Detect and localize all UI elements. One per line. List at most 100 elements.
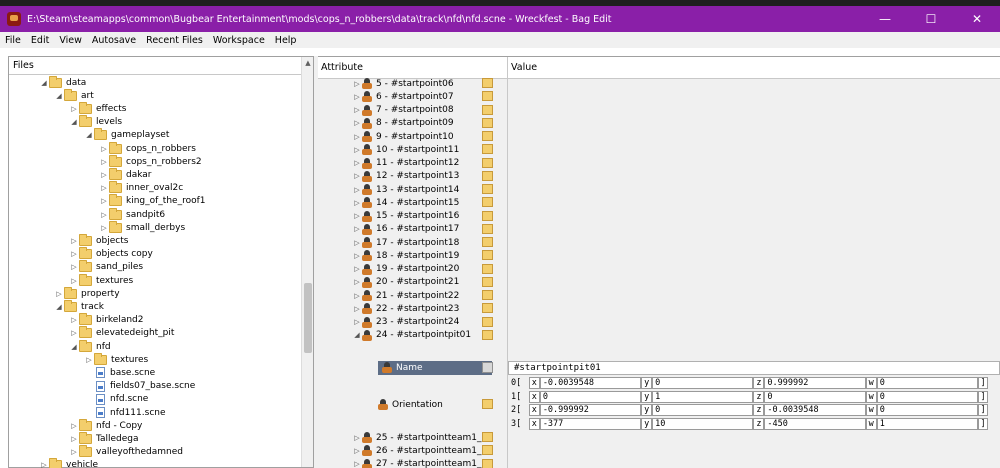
matrix-value-field[interactable]: 1 bbox=[876, 417, 979, 430]
folder-item[interactable]: ◢ track bbox=[54, 299, 104, 313]
folder-item[interactable]: ▷ king_of_the_roof1 bbox=[99, 194, 205, 208]
title-bar[interactable]: E:\Steam\steamapps\common\Bugbear Entert… bbox=[0, 6, 1000, 32]
matrix-value-field[interactable]: -0.0039548 bbox=[764, 404, 866, 416]
menu-edit[interactable]: Edit bbox=[26, 35, 54, 46]
attribute-node[interactable]: ▷ 6 - #startpoint07 bbox=[352, 90, 454, 103]
attribute-node[interactable]: ▷ 12 - #startpoint13 bbox=[352, 170, 459, 183]
matrix-value-field[interactable]: -0.999992 bbox=[539, 404, 642, 416]
attribute-node[interactable]: ▷ 17 - #startpoint18 bbox=[352, 236, 459, 249]
scroll-up-icon[interactable]: ▲ bbox=[302, 59, 314, 67]
chevron-right-icon[interactable]: ▷ bbox=[69, 105, 79, 113]
chevron-right-icon[interactable]: ▷ bbox=[352, 225, 362, 233]
chevron-down-icon[interactable]: ◢ bbox=[39, 79, 49, 87]
attribute-node[interactable]: ▷ 21 - #startpoint22 bbox=[352, 289, 459, 302]
matrix-value-field[interactable]: 0 bbox=[876, 404, 979, 416]
chevron-right-icon[interactable]: ▷ bbox=[69, 422, 79, 430]
chevron-right-icon[interactable]: ▷ bbox=[352, 434, 362, 442]
attribute-node[interactable]: ◢ 24 - #startpointpit01 bbox=[352, 329, 471, 342]
file-item[interactable]: nfd.scne bbox=[84, 393, 148, 406]
chevron-down-icon[interactable]: ◢ bbox=[352, 331, 362, 339]
matrix-value-field[interactable]: 0 bbox=[652, 404, 754, 416]
attribute-node[interactable]: ▷ 11 - #startpoint12 bbox=[352, 157, 459, 170]
folder-item[interactable]: ◢ gameplayset bbox=[84, 128, 169, 142]
folder-item[interactable]: ▷ textures bbox=[84, 352, 148, 366]
folder-item[interactable]: ▷ cops_n_robbers2 bbox=[99, 154, 202, 168]
attribute-node[interactable]: ▷ 27 - #startpointteam1_04 bbox=[352, 458, 493, 468]
folder-item[interactable]: ▷ valleyofthedamned bbox=[69, 445, 183, 459]
folder-item[interactable]: ▷ small_derbys bbox=[99, 220, 185, 234]
chevron-right-icon[interactable]: ▷ bbox=[352, 265, 362, 273]
scrollbar-thumb[interactable] bbox=[304, 283, 312, 353]
matrix-value-field[interactable]: 0 bbox=[652, 377, 754, 389]
chevron-right-icon[interactable]: ▷ bbox=[84, 356, 94, 364]
menu-recent-files[interactable]: Recent Files bbox=[141, 35, 208, 46]
chevron-right-icon[interactable]: ▷ bbox=[69, 329, 79, 337]
folder-item[interactable]: ▷ vehicle bbox=[39, 458, 98, 468]
folder-item[interactable]: ▷ objects copy bbox=[69, 247, 153, 261]
attribute-node[interactable]: ▷ 7 - #startpoint08 bbox=[352, 104, 454, 117]
chevron-down-icon[interactable]: ◢ bbox=[69, 343, 79, 351]
chevron-right-icon[interactable]: ▷ bbox=[99, 158, 109, 166]
menu-workspace[interactable]: Workspace bbox=[208, 35, 270, 46]
name-attribute-row[interactable]: Name bbox=[378, 361, 492, 375]
chevron-right-icon[interactable]: ▷ bbox=[99, 211, 109, 219]
attribute-node[interactable]: ▷ 9 - #startpoint10 bbox=[352, 130, 454, 143]
file-item[interactable]: base.scne bbox=[84, 366, 155, 379]
attribute-node[interactable]: ▷ 22 - #startpoint23 bbox=[352, 302, 459, 315]
matrix-value-field[interactable]: -450 bbox=[764, 417, 866, 430]
chevron-right-icon[interactable]: ▷ bbox=[352, 239, 362, 247]
attribute-node[interactable]: ▷ 10 - #startpoint11 bbox=[352, 143, 459, 156]
maximize-button[interactable]: ☐ bbox=[908, 6, 954, 32]
attribute-node[interactable]: ▷ 14 - #startpoint15 bbox=[352, 196, 459, 209]
chevron-right-icon[interactable]: ▷ bbox=[352, 119, 362, 127]
name-value-field[interactable]: #startpointpit01 bbox=[508, 361, 1000, 375]
chevron-right-icon[interactable]: ▷ bbox=[352, 318, 362, 326]
value-column-header[interactable]: Value bbox=[508, 57, 1000, 79]
close-button[interactable]: ✕ bbox=[954, 6, 1000, 32]
chevron-right-icon[interactable]: ▷ bbox=[352, 278, 362, 286]
chevron-right-icon[interactable]: ▷ bbox=[69, 448, 79, 456]
minimize-button[interactable]: — bbox=[862, 6, 908, 32]
chevron-right-icon[interactable]: ▷ bbox=[99, 197, 109, 205]
attribute-node[interactable]: ▷ 26 - #startpointteam1_03 bbox=[352, 444, 493, 457]
folder-item[interactable]: ▷ Talledega bbox=[69, 431, 139, 445]
chevron-right-icon[interactable]: ▷ bbox=[352, 447, 362, 455]
attribute-node[interactable]: ▷ 18 - #startpoint19 bbox=[352, 249, 459, 262]
chevron-right-icon[interactable]: ▷ bbox=[352, 305, 362, 313]
folder-item[interactable]: ◢ nfd bbox=[69, 339, 111, 353]
chevron-right-icon[interactable]: ▷ bbox=[99, 224, 109, 232]
chevron-right-icon[interactable]: ▷ bbox=[99, 145, 109, 153]
chevron-right-icon[interactable]: ▷ bbox=[352, 186, 362, 194]
chevron-right-icon[interactable]: ▷ bbox=[352, 80, 362, 88]
folder-item[interactable]: ◢ art bbox=[54, 88, 94, 102]
attribute-node[interactable]: ▷ 5 - #startpoint06 bbox=[352, 77, 454, 90]
attribute-column-header[interactable]: Attribute bbox=[318, 57, 508, 79]
chevron-right-icon[interactable]: ▷ bbox=[99, 184, 109, 192]
folder-item[interactable]: ▷ nfd - Copy bbox=[69, 418, 142, 432]
matrix-value-field[interactable]: 0.999992 bbox=[764, 377, 866, 389]
chevron-right-icon[interactable]: ▷ bbox=[54, 290, 64, 298]
folder-item[interactable]: ▷ sandpit6 bbox=[99, 207, 165, 221]
chevron-right-icon[interactable]: ▷ bbox=[352, 212, 362, 220]
folder-item[interactable]: ◢ levels bbox=[69, 115, 122, 129]
folder-item[interactable]: ▷ effects bbox=[69, 101, 126, 115]
attribute-node[interactable]: ▷ 16 - #startpoint17 bbox=[352, 223, 459, 236]
chevron-right-icon[interactable]: ▷ bbox=[69, 277, 79, 285]
attribute-node[interactable]: ▷ 20 - #startpoint21 bbox=[352, 276, 459, 289]
folder-item[interactable]: ▷ sand_piles bbox=[69, 260, 143, 274]
matrix-value-field[interactable]: 0 bbox=[876, 390, 979, 403]
folder-item[interactable]: ▷ birkeland2 bbox=[69, 313, 144, 327]
menu-autosave[interactable]: Autosave bbox=[87, 35, 141, 46]
files-scrollbar[interactable]: ▲ bbox=[301, 57, 313, 467]
chevron-right-icon[interactable]: ▷ bbox=[352, 172, 362, 180]
folder-item[interactable]: ▷ inner_oval2c bbox=[99, 181, 183, 195]
chevron-right-icon[interactable]: ▷ bbox=[352, 199, 362, 207]
orientation-attribute-row[interactable]: Orientation bbox=[378, 398, 443, 411]
menu-help[interactable]: Help bbox=[270, 35, 302, 46]
matrix-value-field[interactable]: 0 bbox=[539, 390, 642, 403]
chevron-right-icon[interactable]: ▷ bbox=[352, 159, 362, 167]
matrix-value-field[interactable]: 10 bbox=[652, 417, 754, 430]
folder-item[interactable]: ▷ property bbox=[54, 286, 120, 300]
matrix-value-field[interactable]: 1 bbox=[652, 390, 754, 403]
matrix-value-field[interactable]: -0.0039548 bbox=[539, 377, 642, 389]
